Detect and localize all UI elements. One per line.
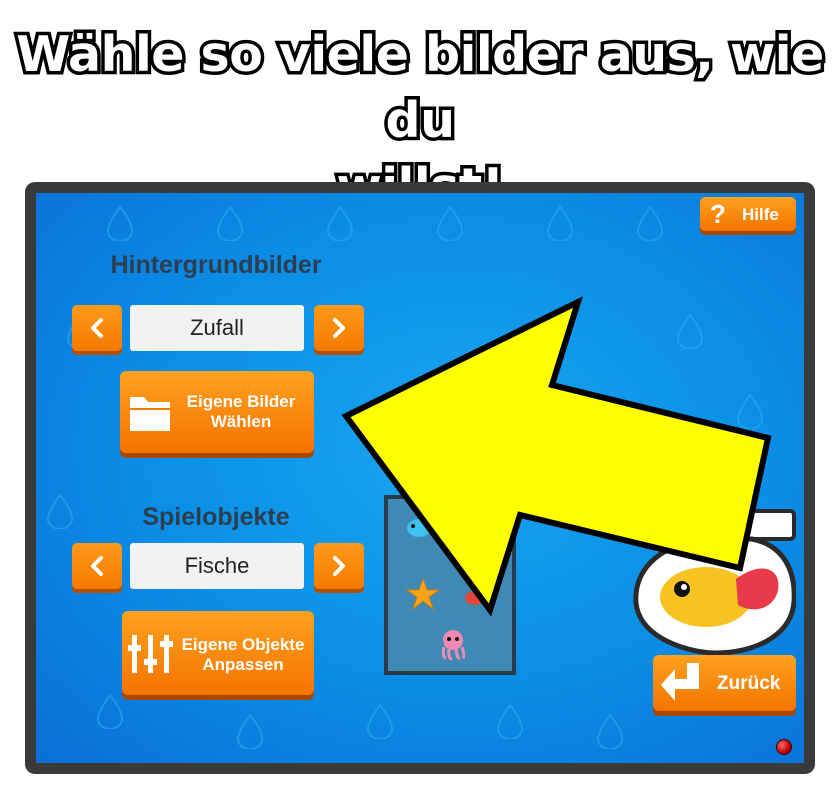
chevron-right-icon <box>333 556 345 576</box>
background-prev-button[interactable] <box>72 305 122 351</box>
folder-icon <box>130 397 170 431</box>
customize-own-objects-button[interactable]: Eigene Objekte Anpassen <box>122 611 314 695</box>
background-selector-value: Zufall <box>130 305 304 351</box>
help-button-label: Hilfe <box>742 205 779 224</box>
background-next-button[interactable] <box>314 305 364 351</box>
fishbowl-icon <box>633 509 796 655</box>
choose-own-images-line-1: Eigene Bilder <box>186 392 296 411</box>
headline-line-1: Wähle so viele bilder aus, wie du <box>13 23 828 153</box>
chevron-right-icon <box>333 318 345 338</box>
back-button[interactable]: Zurück <box>653 655 796 711</box>
fish-icon <box>407 519 438 537</box>
app-screen: ? Hilfe Hintergrundbilder Zufall Eigene … <box>36 193 804 763</box>
chevron-left-icon <box>91 556 103 576</box>
game-objects-prev-button[interactable] <box>72 543 122 589</box>
customize-own-objects-line-1: Eigene Objekte <box>181 635 305 654</box>
return-arrow-icon <box>661 663 699 701</box>
sliders-icon <box>128 635 173 673</box>
game-objects-next-button[interactable] <box>314 543 364 589</box>
objects-preview-panel <box>384 495 516 675</box>
help-button[interactable]: ? Hilfe <box>700 197 796 231</box>
customize-own-objects-line-2: Anpassen <box>202 655 284 674</box>
game-objects-title: Spielobjekte <box>142 503 290 531</box>
chevron-left-icon <box>91 318 103 338</box>
customize-own-objects-label: Eigene Objekte Anpassen <box>172 635 314 675</box>
game-objects-selector-value: Fische <box>130 543 304 589</box>
status-indicator <box>776 739 792 755</box>
back-button-label: Zurück <box>717 673 781 694</box>
backgrounds-title: Hintergrundbilder <box>110 251 322 279</box>
question-icon: ? <box>710 201 726 227</box>
choose-own-images-label: Eigene Bilder Wählen <box>176 392 306 432</box>
octopus-icon <box>441 630 466 661</box>
svg-text:?: ? <box>710 201 726 227</box>
choose-own-images-line-2: Wählen <box>210 412 272 431</box>
crab-icon <box>465 591 485 605</box>
starfish-icon <box>406 577 440 611</box>
choose-own-images-button[interactable]: Eigene Bilder Wählen <box>120 371 314 453</box>
